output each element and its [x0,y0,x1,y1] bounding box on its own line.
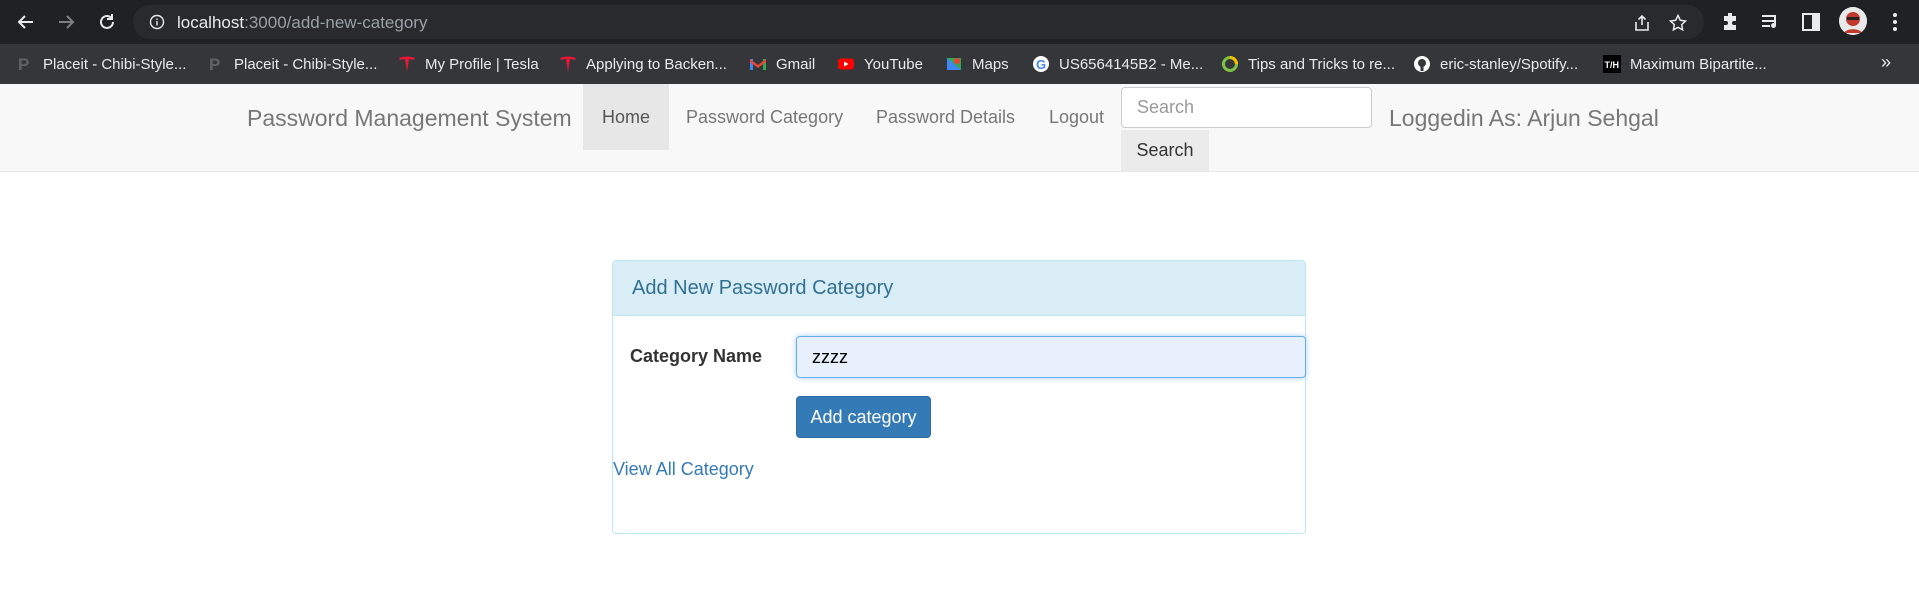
bookmark-label: Placeit - Chibi-Style... [43,55,187,73]
tesla-icon [398,55,416,73]
nav-password-details[interactable]: Password Details [857,84,1034,150]
google-icon: G [1032,55,1050,73]
tesla-icon [559,55,577,73]
search-button[interactable]: Search [1121,130,1209,171]
share-icon[interactable] [1632,13,1652,33]
profile-avatar[interactable] [1839,7,1867,35]
menu-icon[interactable] [1883,10,1907,34]
bookmark-item[interactable]: G US6564145B2 - Me... [1032,44,1203,84]
category-name-label: Category Name [630,346,763,366]
placeit-icon: P [207,55,225,73]
nav-logout[interactable]: Logout [1030,84,1123,150]
add-category-panel: Add New Password Category Category Name … [612,260,1306,534]
reload-button[interactable] [95,10,119,34]
avatar-icon [1839,7,1867,35]
bookmark-label: Maps [972,55,1009,73]
bookmark-item[interactable]: My Profile | Tesla [398,44,539,84]
star-icon[interactable] [1668,13,1688,33]
url-path: :3000/add-new-category [244,13,428,32]
bookmark-item[interactable]: P Placeit - Chibi-Style... [207,44,377,84]
extensions-icon[interactable] [1719,10,1743,34]
placeit-icon: P [16,55,34,73]
bookmark-item[interactable]: Applying to Backen... [559,44,727,84]
bookmark-label: Gmail [776,55,816,73]
side-panel-icon[interactable] [1799,10,1823,34]
svg-text:T/H: T/H [1605,60,1620,70]
ring-icon [1221,55,1239,73]
gmail-icon [749,55,767,73]
github-icon [1413,55,1431,73]
svg-text:P: P [209,55,220,73]
nav-home[interactable]: Home [583,84,670,150]
bookmark-label: eric-stanley/Spotify... [1440,55,1579,73]
brand-title[interactable]: Password Management System [247,105,572,132]
url-host: localhost [177,13,245,32]
url-text: localhost:3000/add-new-category [177,13,427,33]
svg-text:P: P [18,55,29,73]
youtube-icon [837,55,855,73]
bookmark-label: Tips and Tricks to re... [1248,55,1395,73]
bookmark-label: My Profile | Tesla [425,55,539,73]
logged-in-user: Loggedin As: Arjun Sehgal [1389,105,1659,131]
add-category-button[interactable]: Add category [796,396,931,438]
bookmark-item[interactable]: T/H Maximum Bipartite... [1603,44,1767,84]
site-navbar: Password Management System Home Password… [0,84,1919,172]
search-input[interactable] [1121,87,1372,128]
bookmark-label: Applying to Backen... [586,55,727,73]
bookmark-label: Placeit - Chibi-Style... [234,55,378,73]
bookmark-item[interactable]: Tips and Tricks to re... [1221,44,1395,84]
th-icon: T/H [1603,55,1621,73]
bookmark-label: YouTube [864,55,923,73]
nav-password-category[interactable]: Password Category [667,84,862,150]
bookmark-item[interactable]: Maps [945,44,1009,84]
bookmark-label: Maximum Bipartite... [1630,55,1767,73]
arrow-right-icon [59,15,75,29]
reload-icon [100,14,114,29]
media-queue-icon[interactable] [1759,10,1783,34]
bookmarks-bar: P Placeit - Chibi-Style... P Placeit - C… [0,44,1919,84]
address-bar[interactable]: localhost:3000/add-new-category [133,5,1704,39]
view-all-category-link[interactable]: View All Category [613,459,754,480]
bookmark-label: US6564145B2 - Me... [1059,55,1204,73]
panel-heading: Add New Password Category [613,261,1305,316]
bookmark-item[interactable]: P Placeit - Chibi-Style... [16,44,186,84]
svg-text:G: G [1036,57,1046,72]
back-button[interactable] [14,10,38,34]
maps-icon [945,55,963,73]
bookmark-item[interactable]: YouTube [837,44,923,84]
arrow-left-icon [17,15,33,29]
info-icon [149,14,165,30]
category-name-input[interactable] [796,336,1306,378]
browser-toolbar: localhost:3000/add-new-category [0,0,1919,44]
bookmark-item[interactable]: eric-stanley/Spotify... [1413,44,1578,84]
bookmark-item[interactable]: Gmail [749,44,815,84]
forward-button[interactable] [54,10,78,34]
bookmarks-overflow-button[interactable]: » [1881,52,1891,73]
